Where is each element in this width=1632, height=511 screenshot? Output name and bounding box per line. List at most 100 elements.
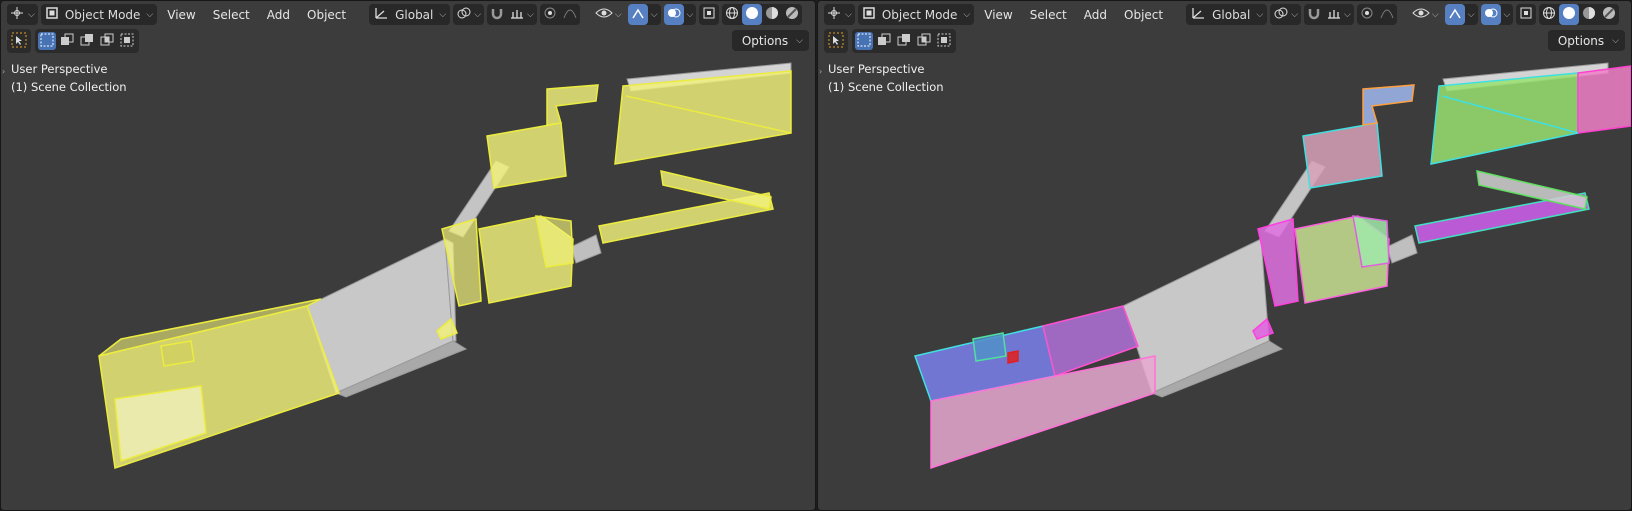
pivot-point-button[interactable]: ⌵	[453, 4, 485, 25]
orientation-label: Global	[1212, 7, 1251, 22]
menu-add[interactable]: Add	[260, 4, 297, 25]
select-mode-invert[interactable]	[915, 32, 933, 50]
scene-canvas-right[interactable]	[818, 1, 1631, 510]
viewport-left[interactable]: ⌵ Object Mode ⌵ View Select Add Object G…	[0, 0, 816, 511]
selection-mode-group	[35, 29, 139, 53]
snap-toggle[interactable]	[1304, 4, 1324, 25]
select-mode-extend[interactable]	[875, 32, 893, 50]
viewport-right[interactable]: ⌵ Object Mode ⌵ View Select Add Object G…	[817, 0, 1632, 511]
select-mode-subtract[interactable]	[78, 32, 96, 50]
select-mode-subtract[interactable]	[895, 32, 913, 50]
view3d-editor-icon	[10, 6, 26, 23]
menu-select[interactable]: Select	[206, 4, 257, 25]
snap-target-button[interactable]	[507, 4, 527, 25]
select-subtract-icon	[80, 33, 94, 50]
proportional-group	[539, 4, 580, 25]
select-extend-icon	[877, 33, 891, 50]
falloff-curve-icon	[1380, 6, 1394, 23]
menu-object[interactable]: Object	[1117, 4, 1170, 25]
scene-canvas-left[interactable]	[1, 1, 815, 510]
shading-wireframe[interactable]	[1539, 4, 1559, 25]
editor-type-button[interactable]: ⌵	[824, 4, 855, 25]
select-set-icon	[40, 33, 54, 50]
chevron-down-icon[interactable]: ⌵	[648, 10, 661, 20]
options-dropdown[interactable]: Options ⌵	[731, 30, 809, 51]
chevron-down-icon[interactable]: ⌵	[1344, 10, 1354, 20]
shading-material[interactable]	[762, 4, 782, 25]
falloff-button[interactable]	[1377, 4, 1397, 25]
mode-dropdown[interactable]: Object Mode ⌵	[40, 4, 158, 25]
active-tool-button[interactable]	[824, 29, 848, 53]
proportional-edit-icon	[543, 6, 557, 23]
chevron-down-icon: ⌵	[614, 9, 622, 20]
menu-view[interactable]: View	[160, 4, 202, 25]
shading-material[interactable]	[1579, 4, 1599, 25]
editor-type-button[interactable]: ⌵	[7, 4, 38, 25]
snap-target-button[interactable]	[1324, 4, 1344, 25]
tool-settings-bar	[7, 29, 139, 53]
select-mode-set[interactable]	[855, 32, 873, 50]
menu-add[interactable]: Add	[1077, 4, 1114, 25]
chevron-down-icon[interactable]: ⌵	[527, 10, 537, 20]
shading-solid[interactable]	[1559, 4, 1580, 25]
select-mode-set[interactable]	[38, 32, 56, 50]
sidebar-expand-icon[interactable]: ›	[819, 67, 822, 76]
wireframe-icon	[725, 6, 739, 23]
overlays-toggle[interactable]	[1480, 4, 1501, 25]
shading-group	[1539, 4, 1620, 25]
snap-toggle[interactable]	[487, 4, 507, 25]
object-mode-icon	[862, 6, 876, 23]
overlays-group: ⌵	[663, 4, 697, 25]
visibility-button[interactable]: ⌵	[1409, 4, 1442, 25]
visibility-button[interactable]: ⌵	[592, 4, 625, 25]
orientation-dropdown[interactable]: Global ⌵	[1186, 4, 1268, 25]
falloff-button[interactable]	[560, 4, 580, 25]
proportional-edit-toggle[interactable]	[540, 4, 560, 25]
proportional-group	[1356, 4, 1397, 25]
chevron-down-icon[interactable]: ⌵	[684, 10, 697, 20]
shading-wireframe[interactable]	[722, 4, 742, 25]
mode-label: Object Mode	[881, 7, 958, 22]
shading-rendered[interactable]	[782, 4, 802, 25]
select-invert-icon	[917, 33, 931, 50]
gizmo-toggle[interactable]	[627, 4, 648, 25]
pivot-point-button[interactable]: ⌵	[1270, 4, 1302, 25]
colored-objects	[914, 65, 1631, 470]
shading-rendered[interactable]	[1599, 4, 1619, 25]
transform-orientation-icon	[373, 6, 389, 23]
active-tool-button[interactable]	[7, 29, 31, 53]
orientation-dropdown[interactable]: Global ⌵	[369, 4, 451, 25]
chevron-down-icon[interactable]: ⌵	[1465, 10, 1478, 20]
sidebar-expand-icon[interactable]: ›	[2, 67, 5, 76]
xray-toggle[interactable]	[1516, 4, 1537, 25]
object-mode-icon	[45, 6, 59, 23]
select-box-icon	[10, 31, 28, 52]
select-invert-icon	[100, 33, 114, 50]
chevron-down-icon: ⌵	[845, 9, 852, 20]
snap-increment-icon	[510, 6, 524, 23]
select-mode-invert[interactable]	[98, 32, 116, 50]
menu-view[interactable]: View	[977, 4, 1019, 25]
options-dropdown[interactable]: Options ⌵	[1547, 30, 1625, 51]
shading-solid[interactable]	[742, 4, 763, 25]
select-mode-intersect[interactable]	[118, 32, 136, 50]
select-mode-extend[interactable]	[58, 32, 76, 50]
chevron-down-icon: ⌵	[1431, 9, 1439, 20]
overlays-toggle[interactable]	[663, 4, 684, 25]
menu-object[interactable]: Object	[300, 4, 353, 25]
gizmo-toggle[interactable]	[1444, 4, 1465, 25]
chevron-down-icon: ⌵	[1612, 35, 1619, 46]
rendered-icon	[785, 6, 799, 23]
select-mode-intersect[interactable]	[935, 32, 953, 50]
chevron-down-icon[interactable]: ⌵	[1501, 10, 1514, 20]
viewport-header: ⌵ Object Mode ⌵ View Select Add Object G…	[1, 1, 815, 28]
options-label: Options	[741, 33, 789, 48]
xray-toggle[interactable]	[699, 4, 720, 25]
mode-dropdown[interactable]: Object Mode ⌵	[857, 4, 975, 25]
eye-icon	[1412, 6, 1430, 23]
gizmo-group: ⌵	[1444, 4, 1478, 25]
menu-select[interactable]: Select	[1023, 4, 1074, 25]
proportional-edit-toggle[interactable]	[1357, 4, 1377, 25]
eye-icon	[595, 6, 613, 23]
pivot-point-icon	[1273, 6, 1289, 23]
